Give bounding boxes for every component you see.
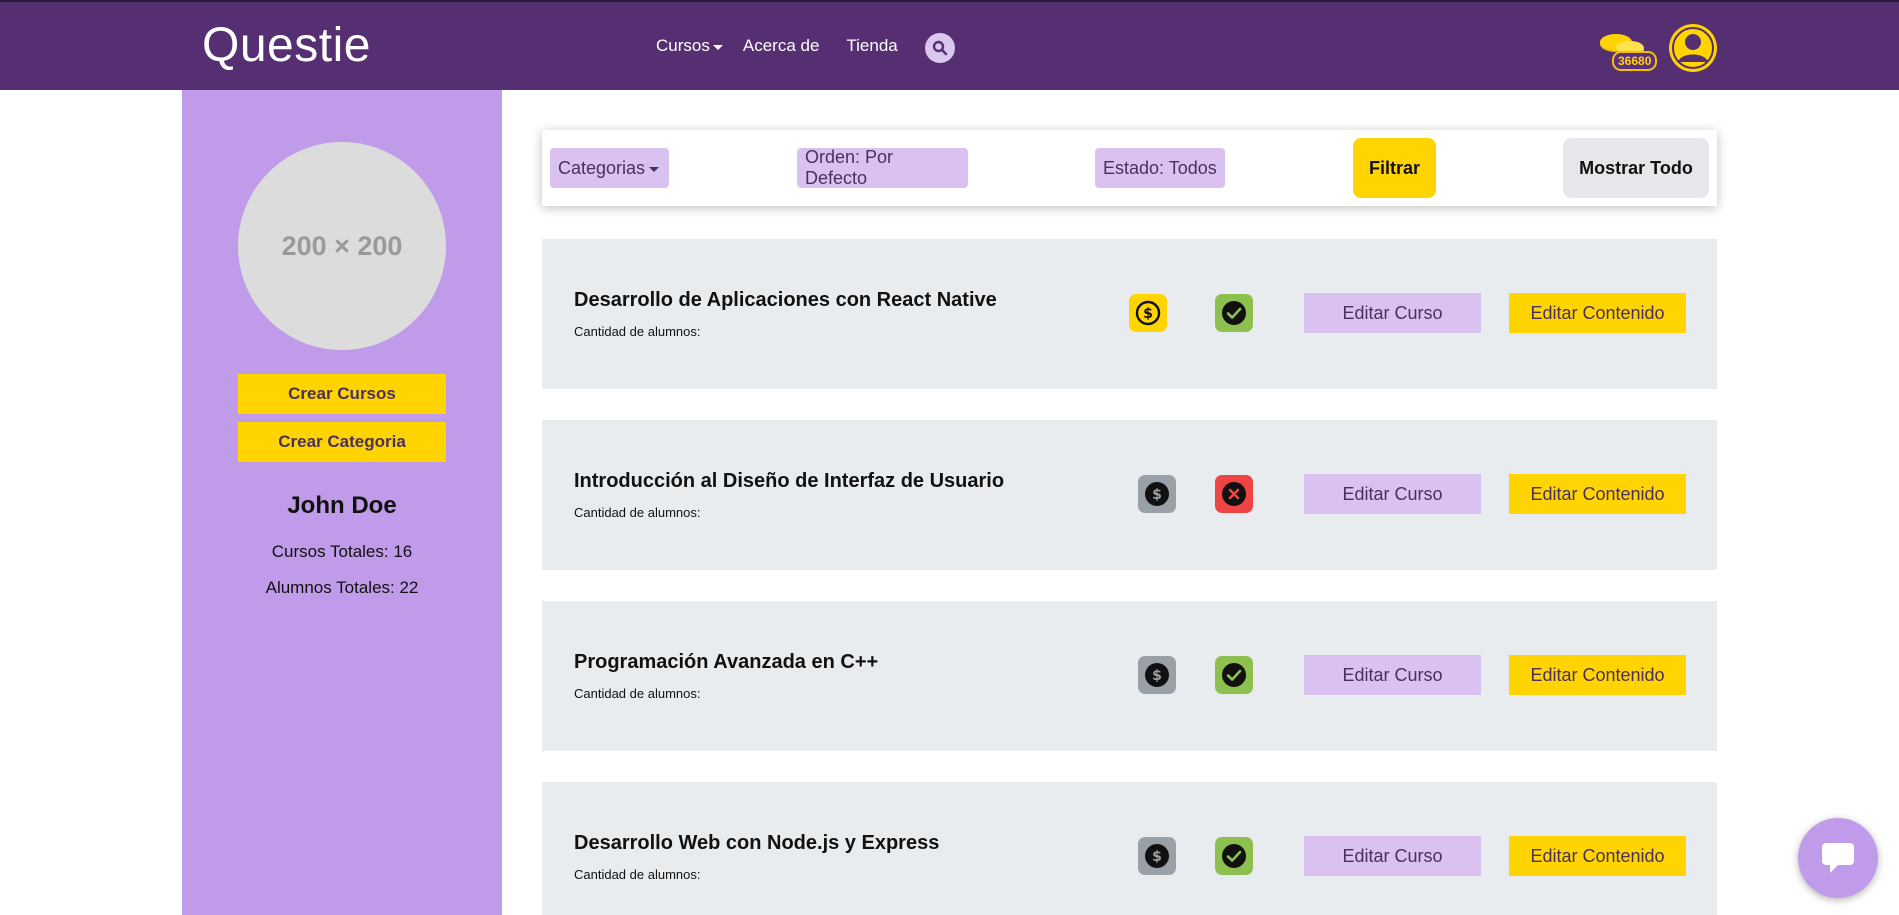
user-icon xyxy=(1671,26,1715,70)
svg-text:$: $ xyxy=(1152,849,1162,865)
course-title: Desarrollo de Aplicaciones con React Nat… xyxy=(574,289,997,311)
nav-store-link[interactable]: Tienda xyxy=(846,36,897,56)
paid-status-badge: $ xyxy=(1129,294,1167,332)
course-card: Desarrollo de Aplicaciones con React Nat… xyxy=(542,239,1717,389)
course-title: Programación Avanzada en C++ xyxy=(574,651,879,673)
chat-bubble-icon xyxy=(1822,843,1854,873)
svg-text:$: $ xyxy=(1143,306,1153,322)
edit-content-button[interactable]: Editar Contenido xyxy=(1509,293,1686,333)
course-students-label: Cantidad de alumnos: xyxy=(574,505,701,520)
app-logo[interactable]: Questie xyxy=(202,18,371,73)
edit-content-button[interactable]: Editar Contenido xyxy=(1509,655,1686,695)
dollar-circle-icon: $ xyxy=(1135,300,1161,326)
create-courses-button[interactable]: Crear Cursos xyxy=(238,374,446,414)
edit-course-button[interactable]: Editar Curso xyxy=(1304,655,1481,695)
nav-about-link[interactable]: Acerca de xyxy=(743,36,820,56)
svg-text:$: $ xyxy=(1152,668,1162,684)
check-circle-icon xyxy=(1222,301,1246,325)
chat-button[interactable] xyxy=(1798,818,1878,898)
profile-sidebar: 200 × 200 Crear Cursos Crear Categoria J… xyxy=(182,90,502,915)
filter-button[interactable]: Filtrar xyxy=(1353,138,1436,198)
edit-course-button[interactable]: Editar Curso xyxy=(1304,836,1481,876)
course-card: Desarrollo Web con Node.js y Express Can… xyxy=(542,782,1717,915)
dollar-circle-icon: $ xyxy=(1145,844,1169,868)
show-all-button[interactable]: Mostrar Todo xyxy=(1563,138,1709,198)
dollar-circle-icon: $ xyxy=(1145,482,1169,506)
caret-down-icon xyxy=(649,166,660,172)
edit-course-button[interactable]: Editar Curso xyxy=(1304,474,1481,514)
course-students-label: Cantidad de alumnos: xyxy=(574,324,701,339)
coin-balance: 36680 xyxy=(1612,51,1658,71)
edit-content-button[interactable]: Editar Contenido xyxy=(1509,836,1686,876)
main-nav: Cursos Acerca de Tienda xyxy=(656,36,898,56)
published-status-badge xyxy=(1215,294,1253,332)
nav-courses-dropdown[interactable]: Cursos xyxy=(656,36,723,56)
filter-bar: Categorias Orden: Por Defecto Estado: To… xyxy=(542,130,1717,206)
categories-label: Categorias xyxy=(558,157,646,178)
search-icon xyxy=(932,40,948,56)
course-card: Programación Avanzada en C++ Cantidad de… xyxy=(542,601,1717,751)
course-title: Desarrollo Web con Node.js y Express xyxy=(574,832,940,854)
state-select[interactable]: Estado: Todos xyxy=(1095,148,1225,188)
edit-course-button[interactable]: Editar Curso xyxy=(1304,293,1481,333)
published-status-badge xyxy=(1215,656,1253,694)
course-students-label: Cantidad de alumnos: xyxy=(574,686,701,701)
profile-picture-placeholder: 200 × 200 xyxy=(238,142,446,350)
dollar-circle-icon: $ xyxy=(1145,663,1169,687)
search-button[interactable] xyxy=(925,33,955,63)
published-status-badge xyxy=(1215,837,1253,875)
total-students-stat: Alumnos Totales: 22 xyxy=(265,578,419,597)
unpublished-status-badge xyxy=(1215,475,1253,513)
paid-status-badge: $ xyxy=(1138,837,1176,875)
create-category-button[interactable]: Crear Categoria xyxy=(238,422,446,462)
top-navbar: Questie Cursos Acerca de Tienda 36680 xyxy=(0,0,1899,90)
user-avatar-button[interactable] xyxy=(1669,24,1717,72)
caret-down-icon xyxy=(712,44,723,50)
paid-status-badge: $ xyxy=(1138,656,1176,694)
nav-courses-label: Cursos xyxy=(656,36,710,55)
course-students-label: Cantidad de alumnos: xyxy=(574,867,701,882)
user-name: John Doe xyxy=(287,492,397,519)
categories-dropdown[interactable]: Categorias xyxy=(550,148,669,188)
paid-status-badge: $ xyxy=(1138,475,1176,513)
x-circle-icon xyxy=(1222,482,1246,506)
course-title: Introducción al Diseño de Interfaz de Us… xyxy=(574,470,1005,492)
svg-text:$: $ xyxy=(1152,487,1162,503)
order-select[interactable]: Orden: Por Defecto xyxy=(797,147,968,188)
check-circle-icon xyxy=(1222,844,1246,868)
course-card: Introducción al Diseño de Interfaz de Us… xyxy=(542,420,1717,570)
edit-content-button[interactable]: Editar Contenido xyxy=(1509,474,1686,514)
check-circle-icon xyxy=(1222,663,1246,687)
total-courses-stat: Cursos Totales: 16 xyxy=(271,542,413,561)
